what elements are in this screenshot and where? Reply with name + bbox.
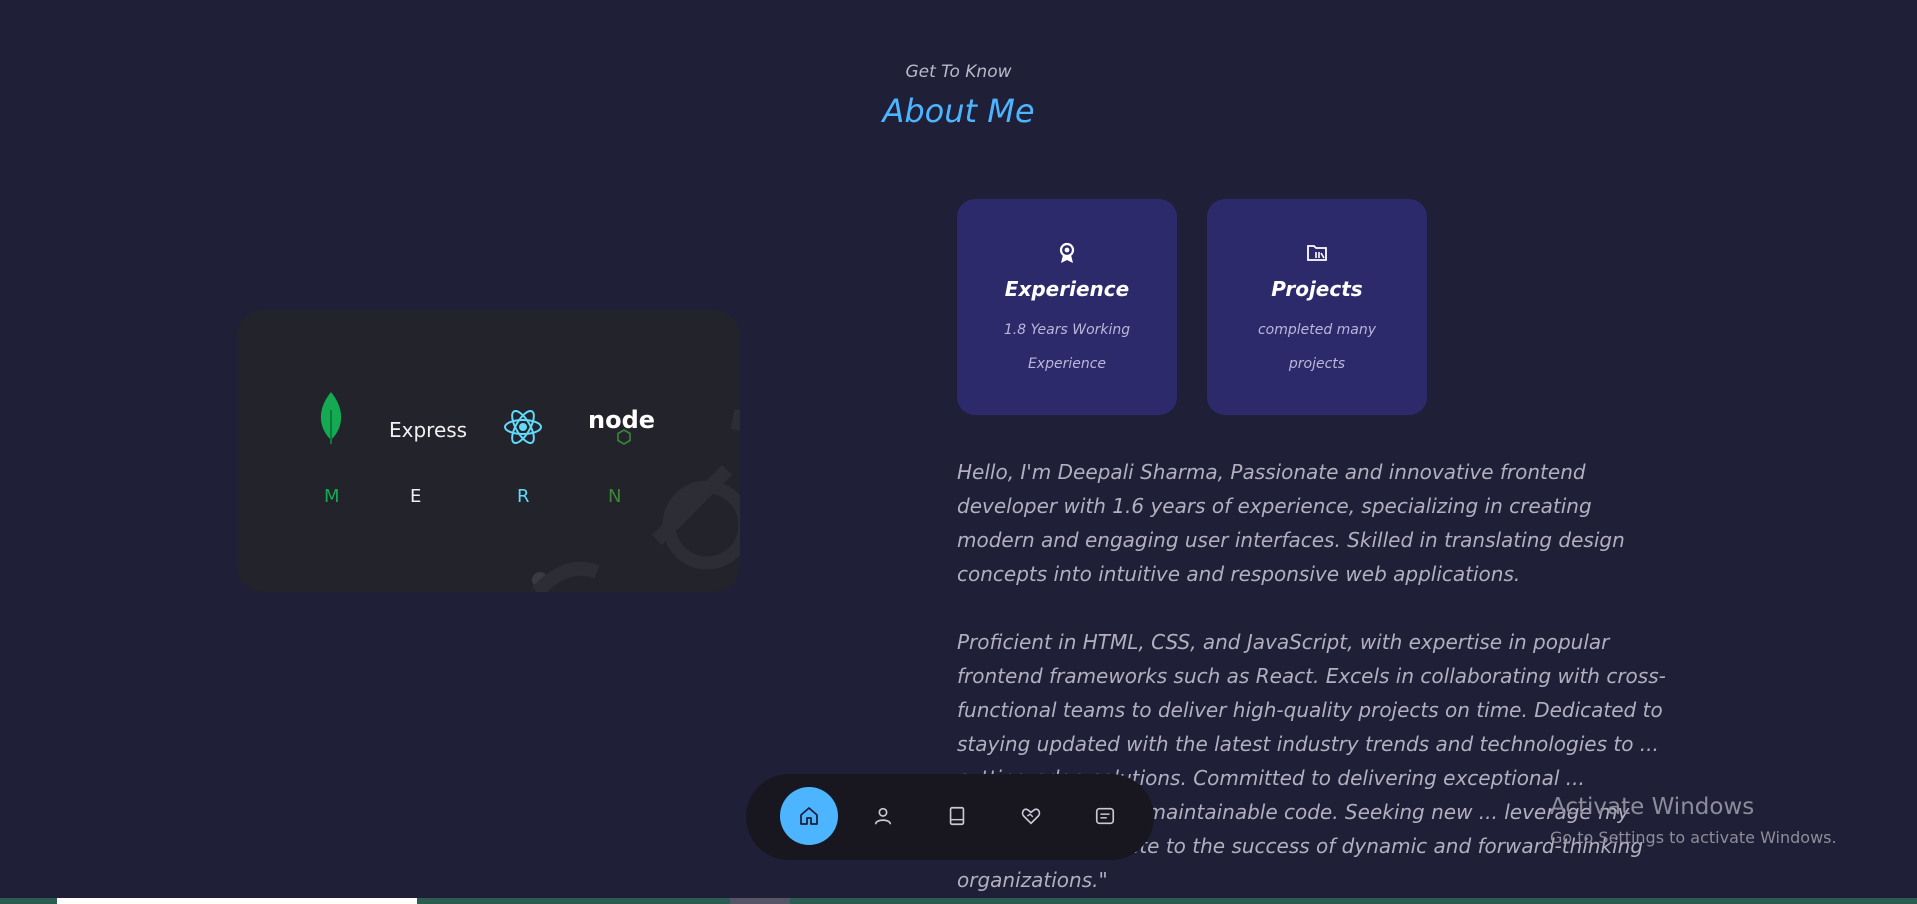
letter-n: N: [608, 486, 622, 507]
nav-experience-button[interactable]: [928, 787, 986, 845]
nav-services-button[interactable]: [1002, 787, 1060, 845]
svg-text:node: node: [588, 406, 655, 434]
user-icon: [874, 807, 892, 825]
experience-desc-line1: 1.8 Years Working: [1003, 322, 1131, 338]
bottom-strip: [0, 898, 1917, 904]
award-icon: [1059, 242, 1075, 263]
bottom-strip-marker: [730, 898, 790, 904]
letter-m: M: [324, 486, 340, 507]
experience-desc-line2: Experience: [1027, 356, 1107, 372]
bottom-strip-highlight: [57, 898, 417, 904]
projects-title: Projects: [1271, 277, 1363, 301]
bio-paragraph-1: Hello, I'm Deepali Sharma, Passionate an…: [957, 460, 1625, 586]
experience-title: Experience: [1004, 277, 1130, 301]
folder-icon: [1307, 245, 1327, 261]
projects-desc-line2: projects: [1288, 356, 1346, 372]
activate-windows-subtitle: Go to Settings to activate Windows.: [1550, 828, 1837, 847]
section-subtitle: Get To Know: [905, 62, 1012, 82]
projects-desc-line1: completed many: [1257, 322, 1377, 338]
bottom-nav-dock: [746, 774, 1154, 860]
mongodb-leaf-icon: [320, 392, 342, 444]
activate-windows-title: Activate Windows: [1550, 794, 1755, 820]
message-icon: [1095, 807, 1115, 825]
react-atom-icon: [504, 410, 542, 444]
express-logo-text: Express: [389, 418, 468, 442]
projects-card: Projects completed many projects: [1207, 199, 1427, 415]
mern-stack-card: [237, 310, 740, 592]
decorative-watermark-shape: [531, 409, 740, 592]
experience-card: Experience 1.8 Years Working Experience: [957, 199, 1177, 415]
letter-e: E: [410, 486, 422, 507]
experience-description: 1.8 Years Working Experience: [987, 313, 1147, 381]
nav-about-button[interactable]: [854, 787, 912, 845]
nodejs-logo-icon: node: [588, 406, 655, 445]
section-title: About Me: [882, 92, 1035, 130]
book-icon: [949, 806, 965, 826]
nav-contact-button[interactable]: [1076, 787, 1134, 845]
letter-r: R: [517, 486, 530, 507]
home-icon: [800, 807, 818, 825]
heart-handshake-icon: [1021, 808, 1041, 825]
projects-description: completed many projects: [1237, 313, 1397, 381]
nav-home-button[interactable]: [780, 787, 838, 845]
